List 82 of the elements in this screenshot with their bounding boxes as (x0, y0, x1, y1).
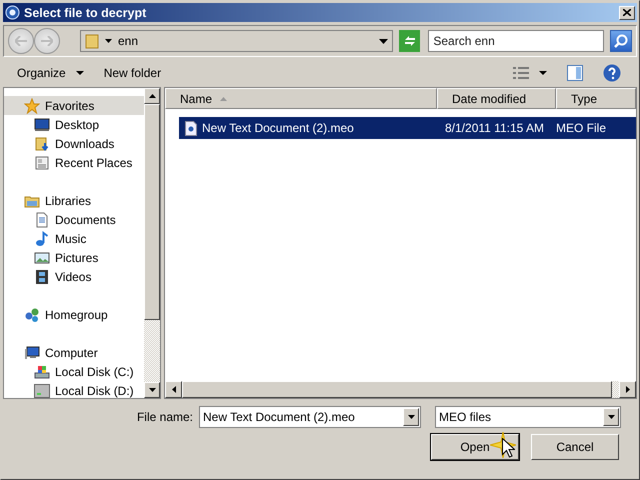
nav-item[interactable]: Local Disk (C:) (4, 362, 144, 381)
search-field[interactable]: Search enn (428, 30, 604, 52)
music-note-icon (34, 230, 50, 246)
refresh-icon (402, 35, 417, 47)
document-icon (34, 212, 50, 228)
dialog-button[interactable]: Cancel (531, 434, 619, 460)
left-arrow-icon (15, 36, 27, 46)
scrollbar[interactable] (144, 88, 160, 398)
field-label: File name: (136, 410, 193, 424)
help-icon (603, 64, 621, 82)
nav-label: Recent Places (55, 156, 132, 170)
nav-item[interactable]: Computer (4, 343, 144, 362)
nav-label: Favorites (45, 98, 94, 112)
nav-label: Homegroup (45, 308, 108, 322)
address-bar[interactable]: enn (80, 30, 393, 52)
nav-item[interactable]: Recent Places (4, 153, 144, 172)
nav-item[interactable]: Desktop (4, 115, 144, 134)
nav-label: Computer (45, 346, 98, 360)
nav-item[interactable]: Homegroup (4, 305, 144, 324)
column-header[interactable]: Date modified (437, 88, 556, 109)
file-cell: New Text Document (2).meo (202, 121, 354, 135)
up-arrow-icon (148, 94, 156, 98)
nav-label: Videos (55, 270, 92, 284)
nav-item[interactable]: Documents (4, 210, 144, 229)
file-type-dropdown[interactable]: MEO files (435, 406, 621, 428)
nav-label: Documents (55, 212, 116, 226)
search-button[interactable] (610, 30, 632, 52)
app-icon (5, 5, 20, 20)
folder-icon (85, 33, 99, 49)
window-title: Select file to decrypt (24, 6, 148, 20)
nav-item[interactable]: Videos (4, 267, 144, 286)
cursor-icon (502, 438, 515, 458)
toolbar-button[interactable]: New folder (98, 64, 168, 82)
drive-icon (34, 364, 50, 380)
file-icon (185, 120, 197, 136)
refresh-button[interactable] (398, 30, 420, 52)
toolbar-button[interactable]: Organize (11, 64, 90, 82)
pane-icon (567, 65, 583, 81)
nav-item[interactable]: Local Disk (D:) (4, 381, 144, 398)
drive-icon (34, 382, 50, 398)
file-row[interactable]: New Text Document (2).meo 8/1/2011 11:15 AM MEO File (179, 117, 636, 139)
caret-icon (408, 415, 414, 419)
file-name-field[interactable]: New Text Document (2).meo (199, 406, 421, 428)
file-cell: 8/1/2011 11:15 AM (445, 121, 544, 135)
down-arrow-icon (148, 388, 156, 392)
caret-icon (76, 71, 84, 75)
nav-label: Music (55, 232, 86, 246)
caret-icon (539, 71, 547, 75)
column-header[interactable]: Name (165, 88, 437, 109)
folder-path: enn (118, 34, 140, 48)
network-icon (24, 306, 40, 322)
caret-icon (105, 39, 112, 43)
computer-icon (24, 344, 40, 360)
monitor-icon (34, 116, 50, 132)
caret-icon (608, 415, 614, 419)
nav-item[interactable]: Music (4, 229, 144, 248)
close-button[interactable] (619, 6, 635, 20)
right-arrow-icon (41, 36, 53, 46)
column-header[interactable]: Type (556, 88, 636, 109)
dialog-button[interactable]: Open (431, 434, 519, 460)
scrollbar[interactable] (165, 381, 636, 398)
film-icon (34, 268, 50, 284)
picture-icon (34, 250, 50, 266)
left-arrow-icon (172, 386, 176, 393)
file-cell: MEO File (556, 121, 606, 135)
nav-item[interactable]: Libraries (4, 191, 144, 210)
caret-icon (378, 38, 388, 44)
nav-label: Downloads (55, 136, 114, 150)
nav-label: Desktop (55, 118, 100, 132)
right-arrow-icon (626, 386, 630, 393)
nav-item[interactable]: Pictures (4, 248, 144, 267)
nav-item[interactable]: Downloads (4, 134, 144, 153)
nav-label: Local Disk (D:) (55, 384, 134, 398)
nav-label: Libraries (45, 194, 92, 208)
close-icon (623, 9, 631, 16)
nav-item[interactable]: Favorites (4, 96, 144, 115)
star-icon (24, 98, 40, 114)
search-icon (614, 34, 628, 48)
nav-label: Pictures (55, 250, 98, 264)
folder-icon (34, 136, 50, 152)
nav-label: Local Disk (C:) (55, 364, 134, 378)
list-view-icon (513, 67, 529, 79)
